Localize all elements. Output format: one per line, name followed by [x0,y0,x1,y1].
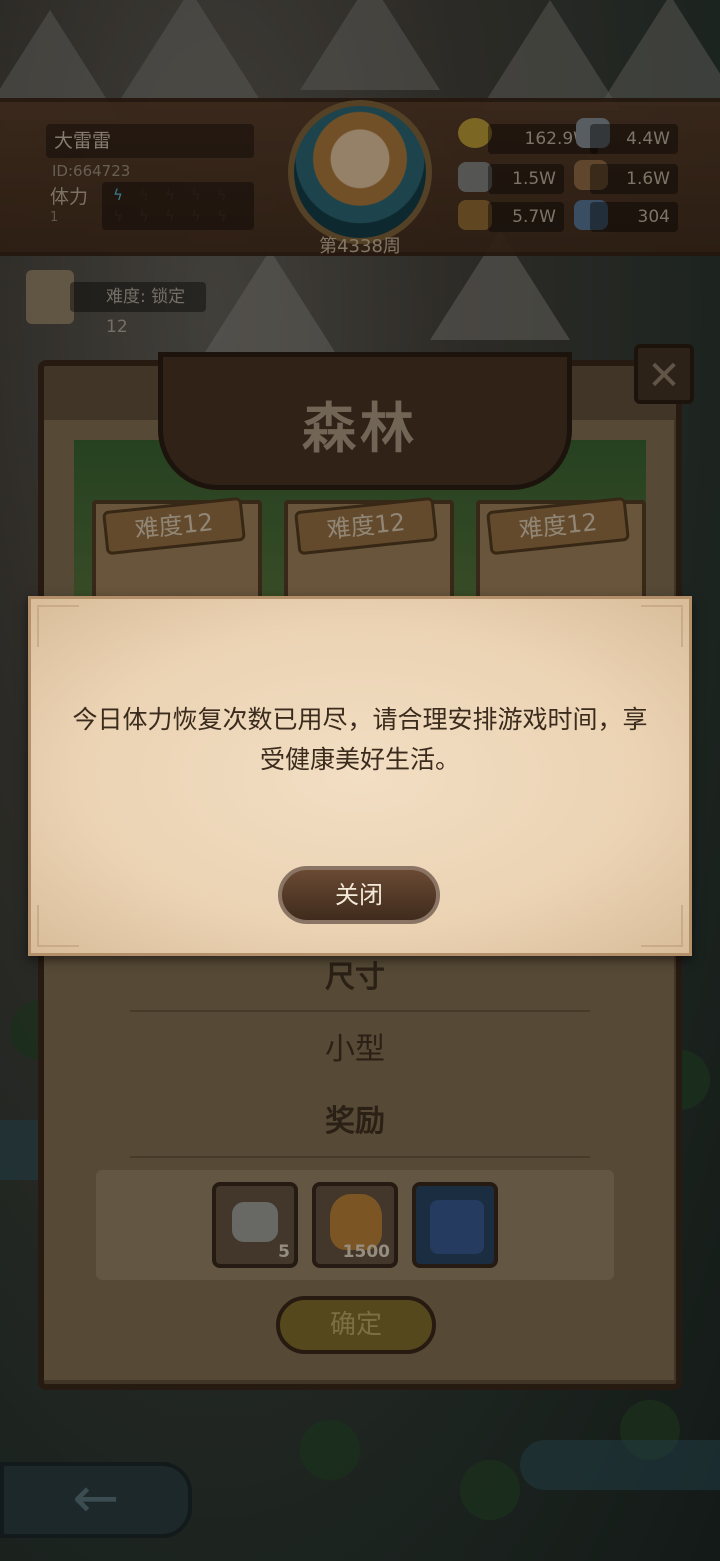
dialog-corner-ornament [641,605,683,647]
dialog-corner-ornament [37,905,79,947]
dialog-corner-ornament [641,905,683,947]
dialog-corner-ornament [37,605,79,647]
dialog-close-button[interactable]: 关闭 [278,866,440,924]
dialog-message: 今日体力恢复次数已用尽，请合理安排游戏时间，享受健康美好生活。 [72,705,648,774]
